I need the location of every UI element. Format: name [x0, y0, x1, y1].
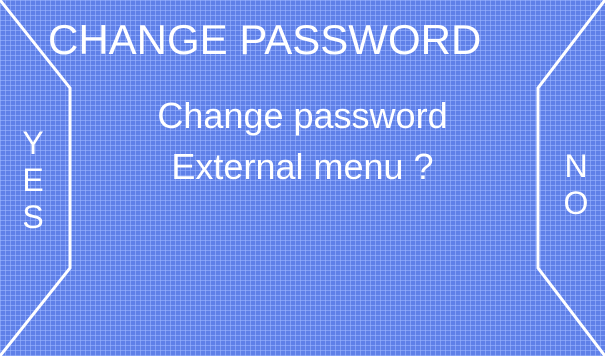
yes-letter-y: Y	[22, 125, 44, 161]
yes-letter-s: S	[22, 199, 44, 235]
dialog-title: CHANGE PASSWORD	[48, 16, 482, 63]
message-line-1: Change password	[157, 95, 448, 136]
no-button[interactable]: N O	[554, 148, 598, 222]
no-letter-n: N	[564, 148, 588, 184]
change-password-dialog: CHANGE PASSWORD Change password External…	[0, 0, 605, 356]
yes-button[interactable]: Y E S	[11, 125, 55, 236]
yes-letter-e: E	[22, 162, 44, 198]
no-letter-o: O	[563, 185, 589, 221]
message-line-2: External menu ?	[171, 146, 434, 187]
